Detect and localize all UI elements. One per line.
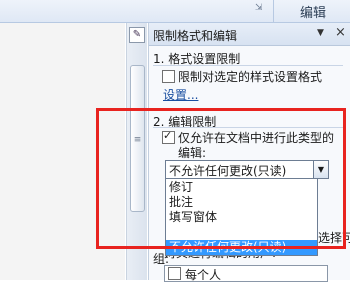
formatting-settings-link[interactable]: 设置... [163,86,198,103]
dialog-launcher-icon[interactable]: ⇲ [255,3,263,13]
section-divider [153,65,343,66]
pane-close-icon[interactable]: × [335,25,346,40]
pane-menu-dropdown-icon[interactable]: ▼ [317,28,324,38]
ribbon-divider [273,0,274,22]
ribbon-group-label-edit: 编辑 [300,6,327,21]
restrict-formatting-checkbox[interactable] [162,70,175,83]
users-group-list: 每个人 [164,265,328,282]
pane-header: 限制格式和编辑 ▼ × [149,23,350,46]
highlight-annotation-box [96,108,346,249]
restrict-editing-pane-icon[interactable]: ✎ [129,27,145,43]
everyone-checkbox[interactable] [168,267,181,280]
ribbon-bar: ⇲ 编辑 [0,0,350,23]
restrict-formatting-label: 限制对选定的样式设置格式 [178,70,323,84]
pane-title: 限制格式和编辑 [153,29,238,43]
everyone-label: 每个人 [185,268,222,282]
